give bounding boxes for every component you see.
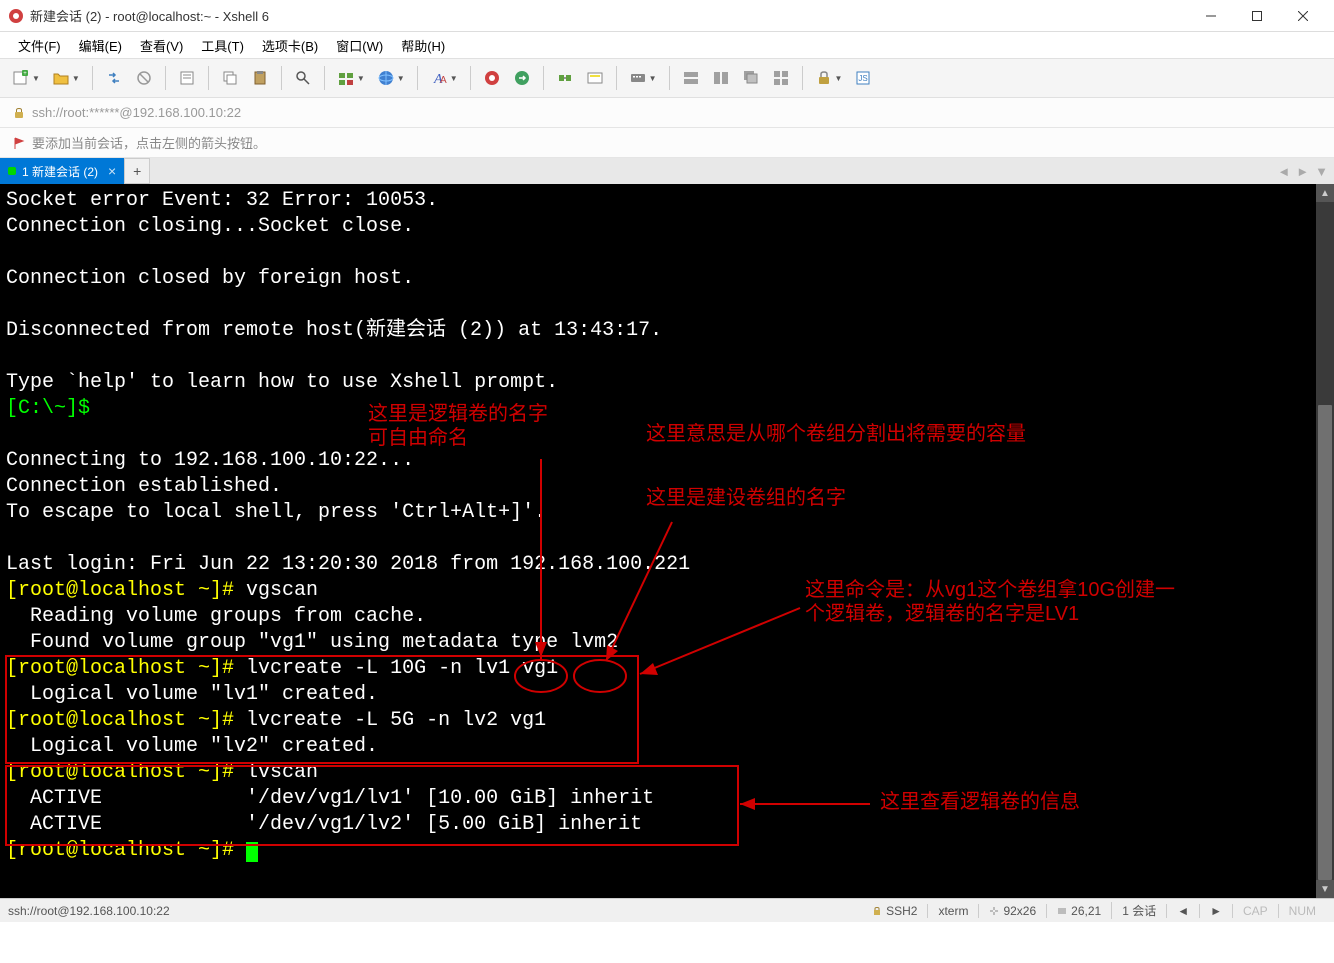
status-next[interactable]: ► — [1199, 904, 1232, 918]
status-sessions: 1 会话 — [1111, 902, 1166, 919]
tab-close-button[interactable]: × — [108, 163, 116, 179]
menu-window[interactable]: 窗口(W) — [330, 34, 389, 57]
tab-nav: ◄ ► ▼ — [1271, 158, 1334, 184]
hint-text: 要添加当前会话，点击左侧的箭头按钮。 — [32, 133, 266, 152]
tunnel-button[interactable] — [552, 65, 578, 91]
connection-indicator-icon — [8, 167, 16, 175]
svg-text:JS: JS — [859, 74, 868, 83]
menu-tabs[interactable]: 选项卡(B) — [256, 34, 324, 57]
terminal-output: Socket error Event: 32 Error: 10053. Con… — [0, 184, 1334, 868]
svg-text:A: A — [440, 75, 447, 86]
terminal-scrollbar[interactable]: ▲ ▼ — [1316, 184, 1334, 898]
position-icon — [1057, 906, 1067, 916]
tile-v-button[interactable] — [708, 65, 734, 91]
globe-button[interactable]: ▼ — [373, 65, 409, 91]
xftp-button[interactable] — [509, 65, 535, 91]
tab-next-button[interactable]: ► — [1296, 164, 1309, 179]
font-button[interactable]: AA▼ — [426, 65, 462, 91]
address-bar[interactable]: ssh://root:******@192.168.100.10:22 — [0, 98, 1334, 128]
close-button[interactable] — [1280, 1, 1326, 31]
new-session-button[interactable]: +▼ — [8, 65, 44, 91]
menu-help[interactable]: 帮助(H) — [395, 34, 451, 57]
tab-prev-button[interactable]: ◄ — [1277, 164, 1290, 179]
lock-icon — [12, 106, 26, 120]
menu-view[interactable]: 查看(V) — [134, 34, 189, 57]
status-cursor-pos: 26,21 — [1046, 904, 1111, 918]
find-button[interactable] — [290, 65, 316, 91]
flag-icon — [12, 136, 26, 150]
menu-tools[interactable]: 工具(T) — [195, 34, 250, 57]
tab-label: 1 新建会话 (2) — [22, 163, 98, 180]
menu-file[interactable]: 文件(F) — [12, 34, 67, 57]
tab-bar: 1 新建会话 (2) × + ◄ ► ▼ — [0, 158, 1334, 184]
new-tab-button[interactable]: + — [124, 158, 150, 184]
keyboard-button[interactable]: ▼ — [625, 65, 661, 91]
size-icon — [989, 906, 999, 916]
tile-h-button[interactable] — [678, 65, 704, 91]
menubar: 文件(F) 编辑(E) 查看(V) 工具(T) 选项卡(B) 窗口(W) 帮助(… — [0, 32, 1334, 58]
terminal-area[interactable]: Socket error Event: 32 Error: 10053. Con… — [0, 184, 1334, 898]
scroll-down-button[interactable]: ▼ — [1316, 880, 1334, 898]
reconnect-button[interactable] — [101, 65, 127, 91]
xshell-button[interactable] — [479, 65, 505, 91]
toolbar: +▼ ▼ ▼ ▼ AA▼ ▼ ▼ JS — [0, 58, 1334, 98]
app-icon — [8, 8, 24, 24]
script-button[interactable]: JS — [850, 65, 876, 91]
window-title: 新建会话 (2) - root@localhost:~ - Xshell 6 — [30, 6, 1188, 25]
properties-button[interactable] — [174, 65, 200, 91]
lock-small-icon — [872, 906, 882, 916]
status-prev[interactable]: ◄ — [1166, 904, 1199, 918]
svg-text:+: + — [23, 71, 27, 77]
tab-list-button[interactable]: ▼ — [1315, 164, 1328, 179]
status-bar: ssh://root@192.168.100.10:22 SSH2 xterm … — [0, 898, 1334, 922]
highlight-button[interactable] — [582, 65, 608, 91]
session-tab[interactable]: 1 新建会话 (2) × — [0, 158, 124, 184]
sessions-button[interactable]: ▼ — [333, 65, 369, 91]
hint-bar: 要添加当前会话，点击左侧的箭头按钮。 — [0, 128, 1334, 158]
status-connection: ssh://root@192.168.100.10:22 — [8, 904, 862, 918]
menu-edit[interactable]: 编辑(E) — [73, 34, 128, 57]
address-text: ssh://root:******@192.168.100.10:22 — [32, 105, 241, 120]
paste-button[interactable] — [247, 65, 273, 91]
titlebar: 新建会话 (2) - root@localhost:~ - Xshell 6 — [0, 0, 1334, 32]
scroll-thumb[interactable] — [1318, 405, 1332, 880]
status-term: xterm — [927, 904, 978, 918]
maximize-button[interactable] — [1234, 1, 1280, 31]
scroll-up-button[interactable]: ▲ — [1316, 184, 1334, 202]
status-num: NUM — [1278, 904, 1326, 918]
disconnect-button[interactable] — [131, 65, 157, 91]
open-button[interactable]: ▼ — [48, 65, 84, 91]
cascade-button[interactable] — [738, 65, 764, 91]
status-protocol: SSH2 — [862, 904, 927, 918]
tile-grid-button[interactable] — [768, 65, 794, 91]
copy-button[interactable] — [217, 65, 243, 91]
scroll-track[interactable] — [1316, 202, 1334, 880]
lock-button[interactable]: ▼ — [811, 65, 847, 91]
status-cap: CAP — [1232, 904, 1278, 918]
status-size: 92x26 — [978, 904, 1046, 918]
minimize-button[interactable] — [1188, 1, 1234, 31]
